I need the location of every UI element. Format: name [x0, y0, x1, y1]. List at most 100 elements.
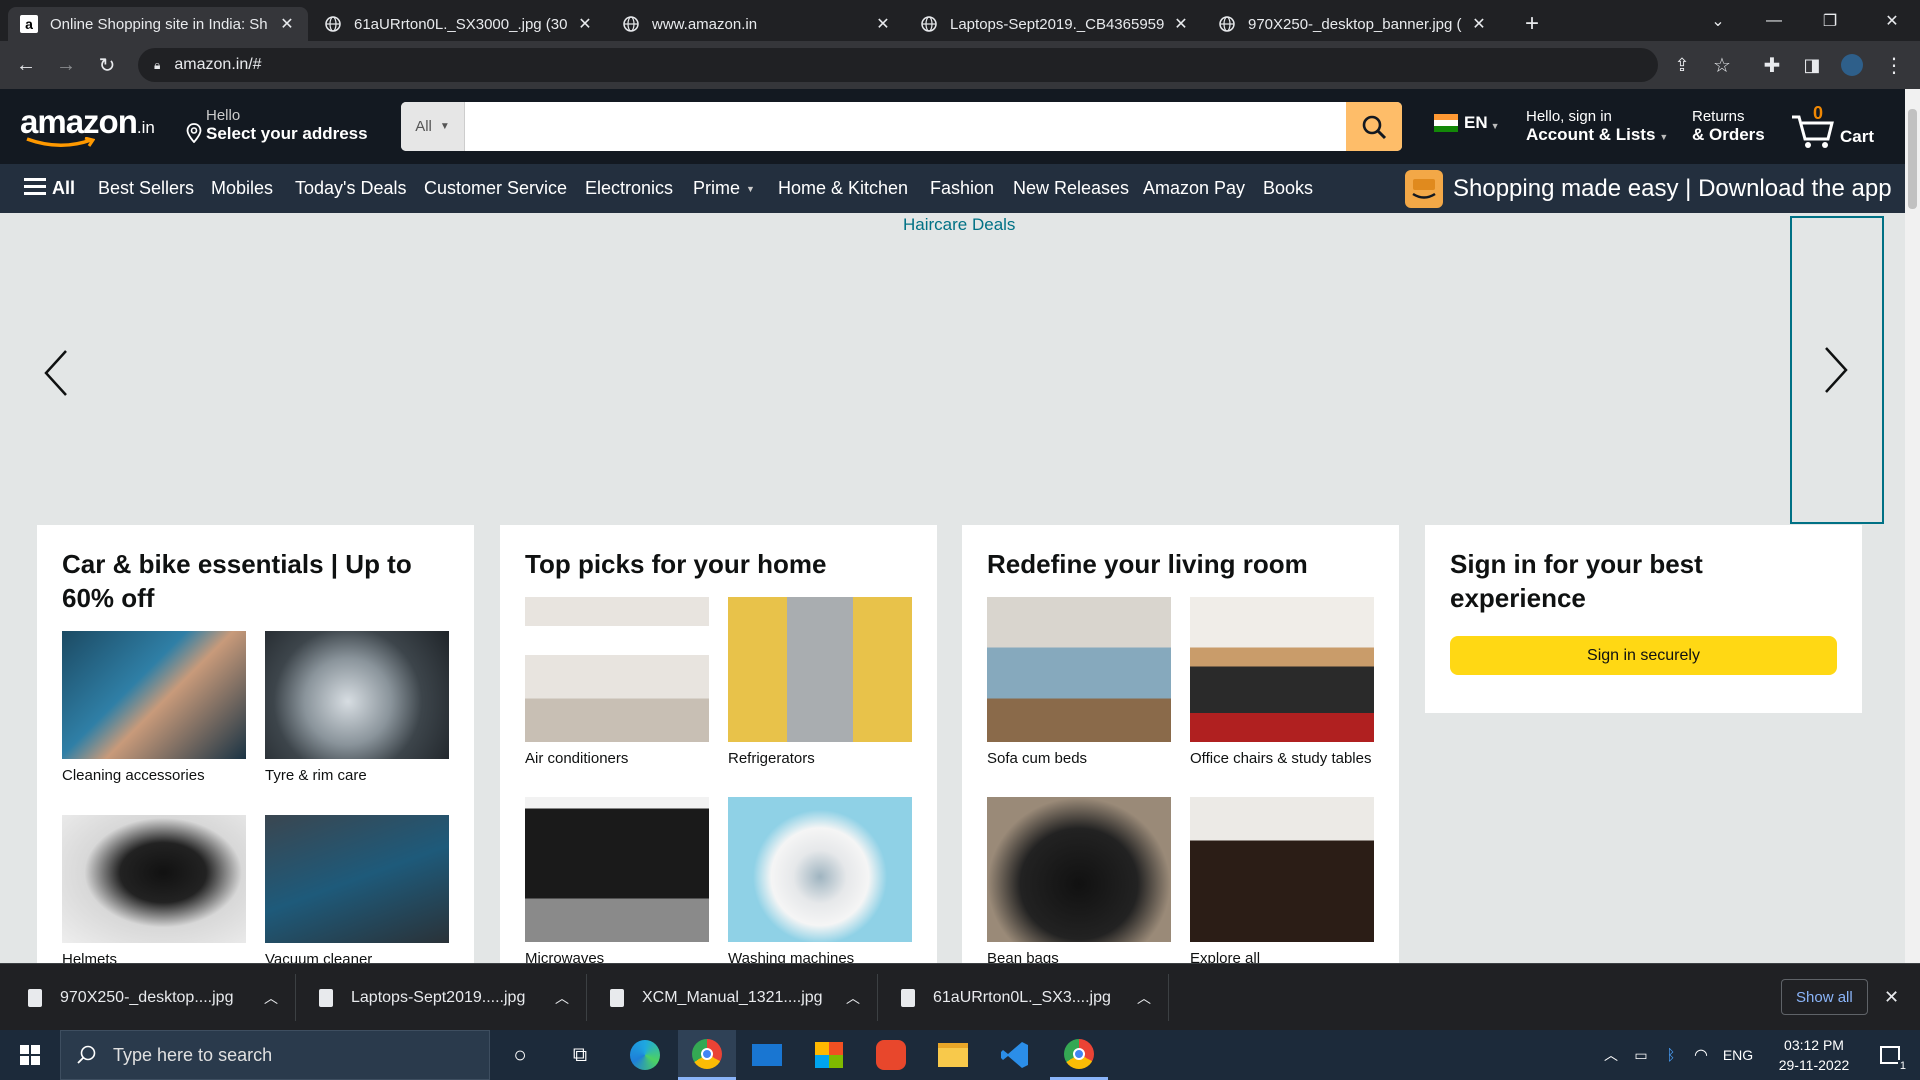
- nav-customer-service[interactable]: Customer Service: [424, 164, 567, 213]
- show-all-downloads-button[interactable]: Show all: [1781, 979, 1868, 1015]
- action-center-icon[interactable]: 1: [1870, 1030, 1910, 1080]
- card-home-picks: Top picks for your home Air conditioners…: [500, 525, 937, 967]
- scrollbar-thumb[interactable]: [1908, 109, 1917, 209]
- address-bar[interactable]: 🔒︎ amazon.in/#: [138, 48, 1658, 82]
- quad-item[interactable]: Sofa cum beds: [987, 597, 1171, 770]
- chrome-second-window-icon[interactable]: [1050, 1030, 1108, 1080]
- carousel-next-button[interactable]: [1790, 216, 1884, 524]
- carousel-prev-button[interactable]: [36, 343, 76, 408]
- page-scrollbar[interactable]: [1905, 89, 1920, 963]
- quad-item[interactable]: Explore all: [1190, 797, 1374, 970]
- close-tab-icon[interactable]: ✕: [874, 14, 892, 34]
- quad-item[interactable]: Bean bags: [987, 797, 1171, 970]
- quad-item[interactable]: Air conditioners: [525, 597, 709, 770]
- quad-item[interactable]: Cleaning accessories: [62, 631, 246, 787]
- search-department-dropdown[interactable]: All ▼: [401, 102, 465, 151]
- tab-laptops[interactable]: Laptops-Sept2019._CB43659591 ✕: [908, 7, 1202, 41]
- wifi-icon[interactable]: ◠: [1688, 1030, 1714, 1080]
- download-item[interactable]: Laptops-Sept2019.....jpg ︿: [319, 964, 569, 1031]
- cart-button[interactable]: 0 Cart: [1790, 103, 1890, 151]
- card-car-bike: Car & bike essentials | Up to 60% off Cl…: [37, 525, 474, 968]
- nav-electronics[interactable]: Electronics: [585, 164, 673, 213]
- globe-icon: [1218, 15, 1236, 33]
- file-explorer-icon[interactable]: [928, 1030, 978, 1080]
- quad-item[interactable]: Microwaves: [525, 797, 709, 970]
- close-downloads-icon[interactable]: ✕: [1884, 964, 1899, 1031]
- tab-search-chevron-icon[interactable]: ⌄: [1690, 0, 1746, 41]
- chevron-up-icon[interactable]: ︿: [846, 988, 860, 1008]
- chevron-up-icon[interactable]: ︿: [264, 988, 278, 1008]
- quad-item[interactable]: Helmets: [62, 815, 246, 971]
- all-menu-button[interactable]: All: [24, 164, 75, 213]
- nav-mobiles[interactable]: Mobiles: [211, 164, 273, 213]
- nav-new-releases[interactable]: New Releases: [1013, 164, 1129, 213]
- reload-icon[interactable]: ↻: [95, 53, 119, 77]
- edge-browser-icon[interactable]: [620, 1030, 670, 1080]
- nav-books[interactable]: Books: [1263, 164, 1313, 213]
- search-input[interactable]: [465, 102, 1346, 151]
- tab-banner[interactable]: 970X250-_desktop_banner.jpg (9 ✕: [1206, 7, 1500, 41]
- quad-item[interactable]: Washing machines: [728, 797, 912, 970]
- search-button[interactable]: [1346, 102, 1402, 151]
- nav-fashion[interactable]: Fashion: [930, 164, 994, 213]
- tab-title: 970X250-_desktop_banner.jpg (9: [1248, 15, 1462, 33]
- close-tab-icon[interactable]: ✕: [1172, 14, 1190, 34]
- language-selector[interactable]: EN ▼: [1434, 113, 1500, 133]
- side-panel-icon[interactable]: ◨: [1800, 53, 1824, 77]
- download-item[interactable]: XCM_Manual_1321....jpg ︿: [610, 964, 860, 1031]
- forward-arrow-icon[interactable]: →: [54, 53, 78, 77]
- extensions-puzzle-icon[interactable]: ✚: [1760, 53, 1784, 77]
- windows-start-icon[interactable]: [0, 1030, 60, 1080]
- chevron-up-icon[interactable]: ︿: [555, 988, 569, 1008]
- input-language[interactable]: ENG: [1718, 1030, 1758, 1080]
- store-icon[interactable]: [804, 1030, 854, 1080]
- profile-avatar[interactable]: [1840, 53, 1864, 77]
- nav-amazon-pay[interactable]: Amazon Pay: [1143, 164, 1245, 213]
- browser-menu-icon[interactable]: ⋮: [1882, 53, 1906, 77]
- bookmark-star-icon[interactable]: ☆: [1710, 53, 1734, 77]
- nav-home-kitchen[interactable]: Home & Kitchen: [778, 164, 908, 213]
- close-tab-icon[interactable]: ✕: [1470, 14, 1488, 34]
- chrome-taskbar-icon[interactable]: [678, 1030, 736, 1080]
- file-icon: [28, 988, 42, 1007]
- close-tab-icon[interactable]: ✕: [576, 14, 594, 34]
- battery-icon[interactable]: ▭: [1628, 1030, 1654, 1080]
- chevron-up-icon[interactable]: ︿: [1137, 988, 1151, 1008]
- close-tab-icon[interactable]: ✕: [278, 14, 296, 34]
- vscode-icon[interactable]: [990, 1030, 1040, 1080]
- nav-best-sellers[interactable]: Best Sellers: [98, 164, 194, 213]
- quad-item[interactable]: Office chairs & study tables: [1190, 597, 1374, 770]
- tab-image-1[interactable]: 61aURrton0L._SX3000_.jpg (3000 ✕: [312, 7, 606, 41]
- new-tab-button[interactable]: +: [1508, 7, 1556, 41]
- nav-todays-deals[interactable]: Today's Deals: [295, 164, 407, 213]
- deliver-to-address[interactable]: Hello Select your address: [186, 107, 368, 148]
- mail-icon[interactable]: [742, 1030, 792, 1080]
- quad-item[interactable]: Refrigerators: [728, 597, 912, 770]
- cortana-circle-icon[interactable]: ○: [500, 1030, 540, 1080]
- account-and-lists[interactable]: Hello, sign in Account & Lists ▼: [1526, 108, 1668, 145]
- back-arrow-icon[interactable]: ←: [14, 53, 38, 77]
- nav-prime[interactable]: Prime ▼: [693, 164, 755, 213]
- taskbar-search-box[interactable]: Type here to search: [60, 1030, 490, 1080]
- download-item[interactable]: 970X250-_desktop....jpg ︿: [28, 964, 278, 1031]
- restore-icon[interactable]: ❐: [1802, 0, 1858, 41]
- app-download-promo[interactable]: Shopping made easy | Download the app: [1405, 164, 1892, 213]
- quad-item[interactable]: Tyre & rim care: [265, 631, 449, 787]
- camera-app-icon[interactable]: [866, 1030, 916, 1080]
- system-clock[interactable]: 03:12 PM 29-11-2022: [1764, 1030, 1864, 1080]
- show-hidden-icons-chevron[interactable]: ︿: [1598, 1030, 1624, 1080]
- minimize-icon[interactable]: —: [1746, 0, 1802, 41]
- bluetooth-icon[interactable]: ᛒ: [1658, 1030, 1684, 1080]
- share-icon[interactable]: ⇪: [1670, 53, 1694, 77]
- amazon-logo[interactable]: amazon.in: [20, 103, 155, 147]
- haircare-deals-link[interactable]: Haircare Deals: [903, 215, 1015, 235]
- refrigerators-image: [728, 597, 912, 742]
- tab-amazon-home[interactable]: a Online Shopping site in India: Sh ✕: [8, 7, 308, 41]
- sign-in-securely-button[interactable]: Sign in securely: [1450, 636, 1837, 675]
- tab-amazon-site[interactable]: www.amazon.in ✕: [610, 7, 904, 41]
- task-view-icon[interactable]: ⧉: [560, 1030, 600, 1080]
- quad-item[interactable]: Vacuum cleaner: [265, 815, 449, 971]
- close-window-icon[interactable]: ✕: [1864, 0, 1920, 41]
- download-item[interactable]: 61aURrton0L._SX3....jpg ︿: [901, 964, 1151, 1031]
- returns-and-orders[interactable]: Returns & Orders: [1692, 108, 1765, 145]
